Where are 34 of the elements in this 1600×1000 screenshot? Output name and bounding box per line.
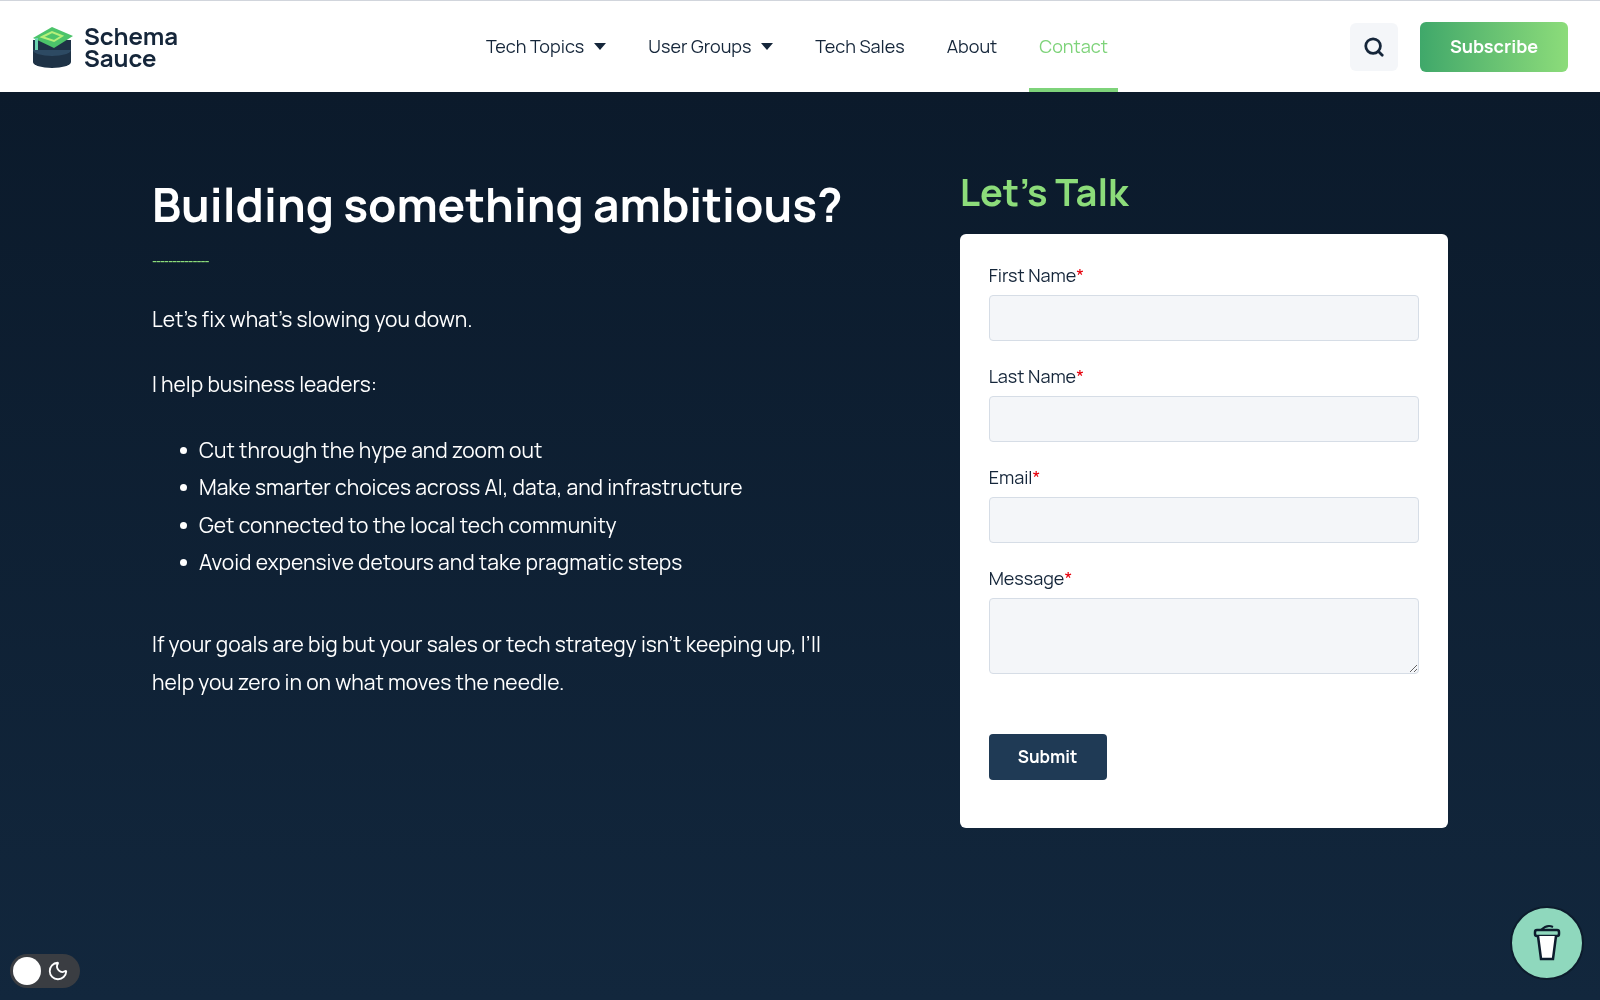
bullet-text: Avoid expensive detours and take pragmatic steps	[199, 547, 683, 578]
input-field[interactable]	[988, 496, 1419, 543]
form-title: Let’s Talk	[959, 168, 1130, 216]
bullet-icon	[180, 484, 187, 492]
heading-divider: --------------	[152, 255, 210, 268]
list-intro: I help business leaders:	[152, 369, 378, 400]
nav-link[interactable]: Tech Sales	[805, 1, 915, 92]
field-label: Email*	[988, 463, 1041, 491]
moon-icon	[47, 960, 69, 982]
bullet-text: Get connected to the local tech community	[199, 509, 617, 541]
bullet-icon	[180, 521, 187, 529]
logo-text: Sauce	[84, 46, 157, 69]
search-icon	[1363, 35, 1385, 58]
bullet-text: Cut through the hype and zoom out	[199, 434, 543, 466]
message-field[interactable]	[988, 597, 1419, 674]
bullet-icon	[180, 446, 187, 454]
page-heading: Building something ambitious?	[152, 176, 844, 234]
field-label: Last Name*	[988, 362, 1084, 390]
search-button[interactable]	[1350, 22, 1398, 71]
field-label: First Name*	[988, 261, 1085, 289]
bullet-icon	[180, 559, 187, 567]
theme-toggle[interactable]	[10, 954, 80, 988]
field-label: Message*	[988, 564, 1073, 592]
nav-link[interactable]: Tech Topics	[476, 1, 617, 92]
nav-link[interactable]: About	[936, 1, 1008, 92]
coffee-cup-icon	[1533, 924, 1561, 962]
nav-link[interactable]: User Groups	[638, 1, 784, 92]
submit-button[interactable]: Submit	[988, 733, 1107, 780]
input-field[interactable]	[988, 294, 1419, 341]
lead-text: Let’s fix what’s slowing you down.	[152, 303, 474, 335]
input-field[interactable]	[988, 395, 1419, 442]
logo-text: Schema	[84, 24, 179, 47]
bullet-text: Make smarter choices across AI, data, and infrastructure	[199, 472, 743, 503]
closing-paragraph: If your goals are big but your sales or tech strategy isn’t keeping up, I’ll help you zero in on what moves the needle.	[152, 628, 822, 698]
